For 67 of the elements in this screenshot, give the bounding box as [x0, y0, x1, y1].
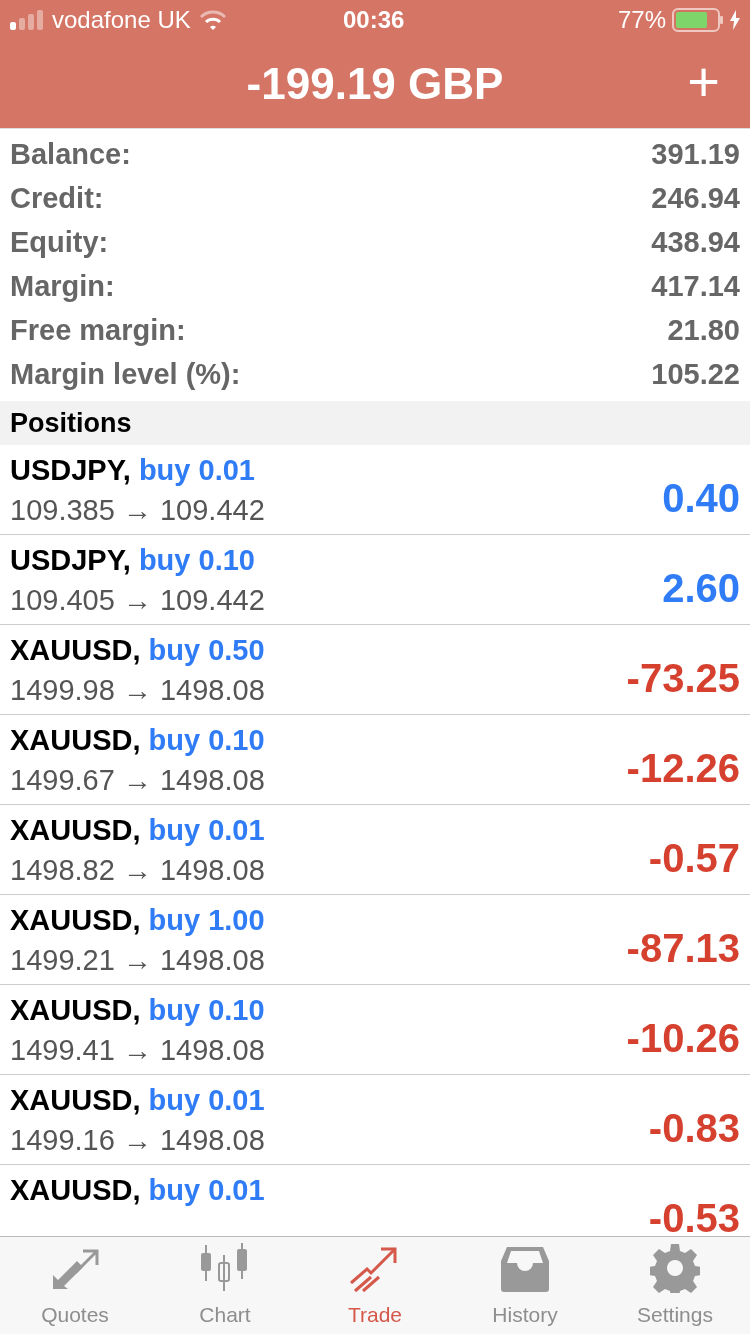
summary-label: Margin level (%):	[10, 357, 241, 393]
symbol-text: XAUUSD,	[10, 992, 141, 1028]
summary-label: Margin:	[10, 269, 115, 305]
summary-value: 391.19	[651, 137, 740, 173]
profit-value: 2.60	[662, 564, 740, 612]
position-row[interactable]: USDJPY, buy 0.10 109.405 → 109.442 2.60	[0, 535, 750, 625]
charging-icon	[730, 10, 740, 30]
position-row[interactable]: XAUUSD, buy 0.01 1499.16 → 1498.08 -0.83	[0, 1075, 750, 1165]
symbol-text: XAUUSD,	[10, 812, 141, 848]
order-text: buy 0.50	[148, 632, 265, 668]
profit-value: -10.26	[626, 1014, 740, 1062]
battery-icon	[672, 8, 724, 32]
profit-value: 0.40	[662, 474, 740, 522]
symbol-text: USDJPY,	[10, 542, 131, 578]
order-text: buy 1.00	[148, 902, 265, 938]
summary-value: 417.14	[651, 269, 740, 305]
symbol-text: USDJPY,	[10, 452, 131, 488]
profit-value: -0.83	[648, 1104, 740, 1152]
price-change-text: 1499.16 → 1498.08	[10, 1122, 266, 1158]
settings-icon	[650, 1242, 700, 1293]
profit-value: -73.25	[626, 654, 740, 702]
symbol-text: XAUUSD,	[10, 1082, 141, 1118]
profit-value: -87.13	[626, 924, 740, 972]
order-text: buy 0.01	[148, 1172, 265, 1208]
tab-bar-item[interactable]: Trade	[300, 1237, 450, 1334]
symbol-text: XAUUSD,	[10, 1172, 141, 1208]
inbox-tray-icon	[499, 1244, 551, 1293]
order-text: buy 0.01	[148, 812, 265, 848]
profit-value: -0.57	[648, 834, 740, 882]
summary-value: 438.94	[651, 225, 740, 261]
position-row[interactable]: XAUUSD, buy 0.01 1498.82 → 1498.08 -0.57	[0, 805, 750, 895]
order-text: buy 0.10	[138, 542, 255, 578]
price-change-text: 1499.98 → 1498.08	[10, 672, 266, 708]
battery-percentage: 77%	[617, 5, 666, 35]
position-row[interactable]: XAUUSD, buy 0.10 1499.41 → 1498.08 -10.26	[0, 985, 750, 1075]
price-change-text: 1499.67 → 1498.08	[10, 762, 266, 798]
price-change-text: 1498.82 → 1498.08	[10, 852, 266, 888]
price-change-text: 109.405 → 109.442	[10, 582, 266, 618]
price-change-text: 1499.41 → 1498.08	[10, 1032, 266, 1068]
position-row[interactable]: XAUUSD, buy 1.00 1499.21 → 1498.08 -87.13	[0, 895, 750, 985]
symbol-text: XAUUSD,	[10, 902, 141, 938]
summary-label: Equity:	[10, 225, 109, 261]
summary-label: Free margin:	[10, 313, 186, 349]
section-header: Positions	[10, 406, 132, 440]
position-row[interactable]: USDJPY, buy 0.01 109.385 → 109.442 0.40	[0, 445, 750, 535]
summary-value: 105.22	[651, 357, 740, 393]
account-profit-title: -199.19 GBP	[246, 58, 504, 110]
order-text: buy 0.10	[148, 992, 265, 1028]
position-row[interactable]: XAUUSD, buy 0.50 1499.98 → 1498.08 -73.25	[0, 625, 750, 715]
clock-time: 00:36	[343, 5, 405, 35]
price-change-text: 109.385 → 109.442	[10, 492, 266, 528]
profit-value: -0.53	[648, 1194, 740, 1236]
order-text: buy 0.10	[148, 722, 265, 758]
carrier-name: vodafone UK	[52, 5, 191, 35]
wifi-icon	[198, 10, 227, 30]
order-text: buy 0.01	[148, 1082, 265, 1118]
symbol-text: XAUUSD,	[10, 722, 141, 758]
summary-value: 246.94	[651, 181, 740, 217]
order-text: buy 0.01	[138, 452, 255, 488]
summary-label: Balance:	[10, 137, 131, 173]
profit-value: -12.26	[626, 744, 740, 792]
signal-icon	[10, 10, 44, 30]
summary-value: 21.80	[667, 313, 740, 349]
position-row[interactable]: XAUUSD, buy 0.10 1499.67 → 1498.08 -12.26	[0, 715, 750, 805]
symbol-text: XAUUSD,	[10, 632, 141, 668]
price-change-text: 1499.21 → 1498.08	[10, 942, 266, 978]
summary-label: Credit:	[10, 181, 104, 217]
